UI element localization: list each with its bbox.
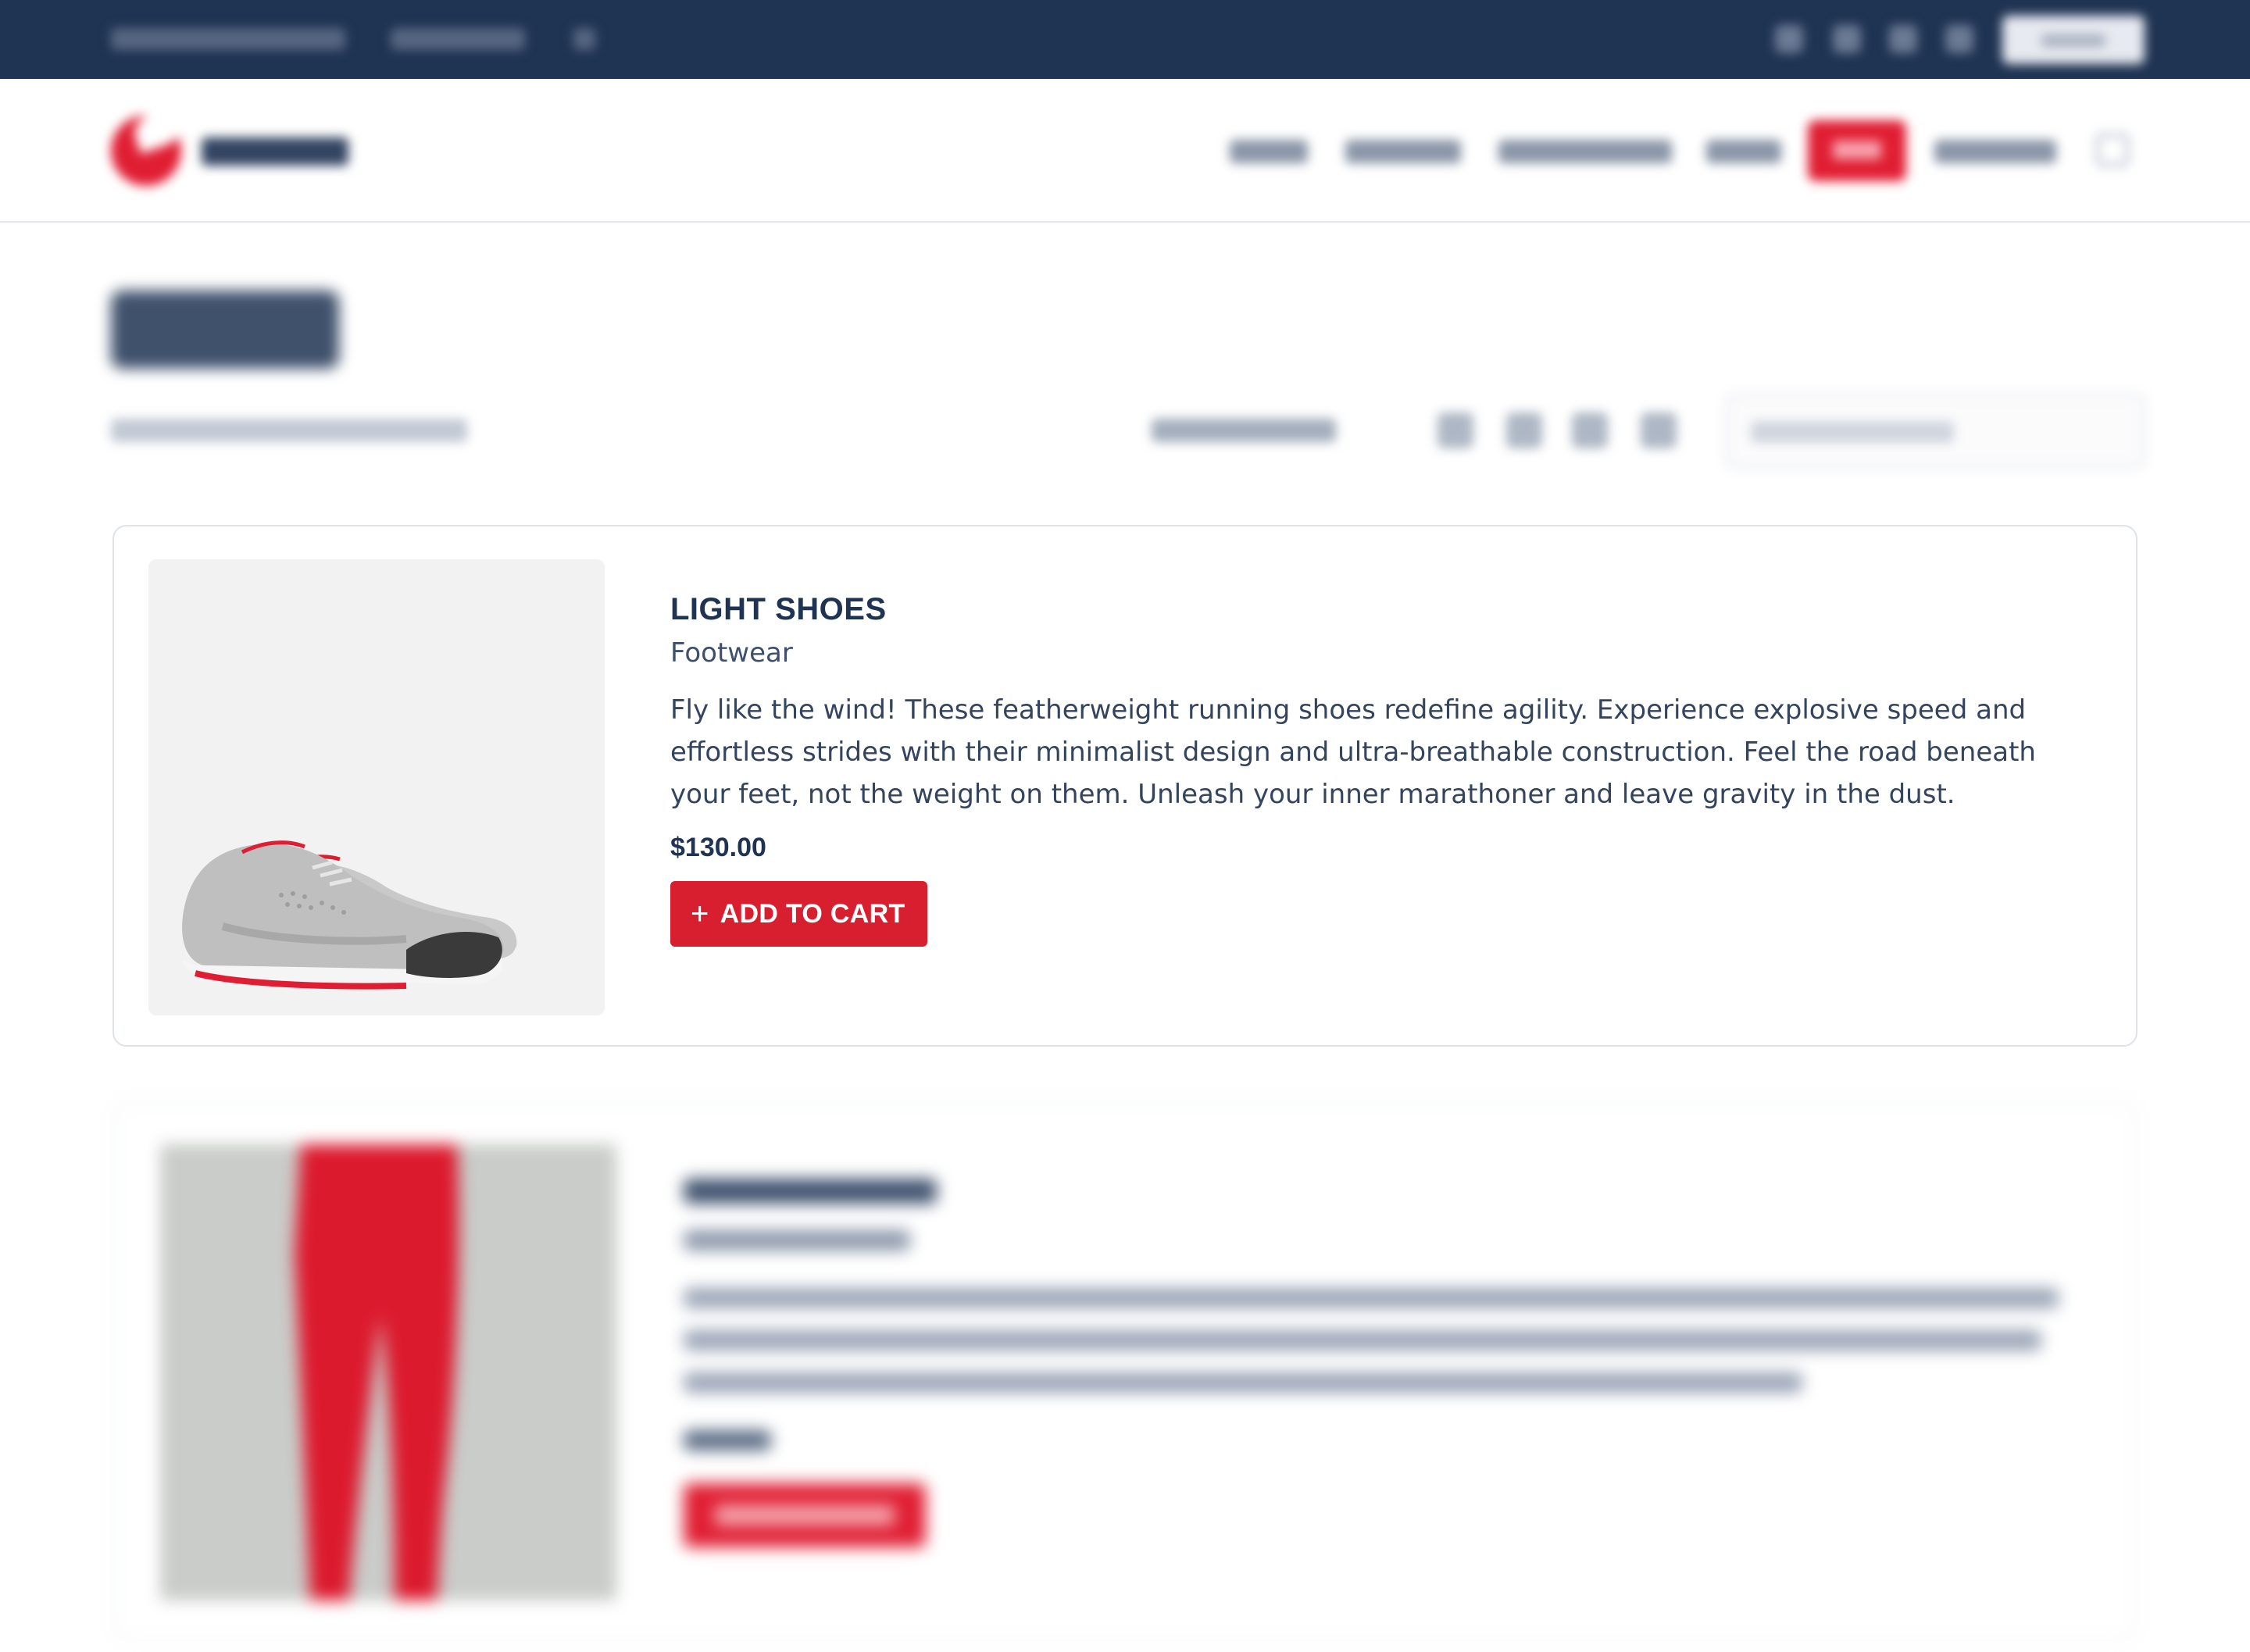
nav-item-6[interactable] bbox=[1934, 140, 2056, 163]
page-title bbox=[111, 291, 339, 369]
topbar-hours-info[interactable] bbox=[391, 28, 525, 50]
sort-select[interactable] bbox=[1725, 394, 2145, 469]
nav-item-5-active[interactable] bbox=[1808, 120, 1906, 181]
brand-name[interactable] bbox=[202, 137, 348, 166]
product-category[interactable]: Footwear bbox=[670, 636, 2077, 670]
add-to-cart-button[interactable]: + ADD TO CART bbox=[670, 881, 927, 947]
topbar-cta-button[interactable] bbox=[2002, 16, 2145, 64]
product-info: LIGHT SHOES Footwear Fly like the wind! … bbox=[670, 591, 2077, 947]
top-bar bbox=[0, 0, 2250, 79]
blurred-title[interactable] bbox=[684, 1179, 937, 1204]
topbar-contact-info[interactable] bbox=[111, 28, 345, 50]
social-icon-2[interactable] bbox=[1833, 25, 1861, 53]
grid-2-icon[interactable] bbox=[1438, 412, 1473, 448]
nav-item-4[interactable] bbox=[1706, 140, 1781, 163]
blurred-add-to-cart-button[interactable] bbox=[684, 1483, 926, 1547]
search-icon[interactable] bbox=[2095, 133, 2130, 167]
social-icon-4[interactable] bbox=[1945, 25, 1973, 53]
nav-item-2[interactable] bbox=[1345, 140, 1461, 163]
product-card: LIGHT SHOES Footwear Fly like the wind! … bbox=[112, 525, 2138, 1047]
social-icon-1[interactable] bbox=[1775, 25, 1803, 53]
blurred-category[interactable] bbox=[684, 1230, 910, 1251]
product-price: $130.00 bbox=[670, 833, 766, 862]
topbar-cta-label bbox=[2041, 34, 2105, 47]
filters-toggle[interactable] bbox=[1152, 419, 1336, 442]
list-icon[interactable] bbox=[1641, 412, 1677, 448]
nav-item-5-label bbox=[1833, 141, 1881, 159]
brand-logo-icon[interactable] bbox=[111, 116, 181, 186]
blurred-desc-line-2 bbox=[684, 1330, 2041, 1351]
blurred-add-to-cart-label bbox=[715, 1505, 895, 1525]
nav-item-3[interactable] bbox=[1498, 140, 1672, 163]
running-shoes-image bbox=[182, 840, 517, 990]
grid-3-icon[interactable] bbox=[1506, 412, 1542, 448]
leggings-image bbox=[295, 1144, 459, 1600]
product-image-leggings[interactable] bbox=[160, 1144, 616, 1600]
add-to-cart-label: ADD TO CART bbox=[720, 898, 905, 929]
blurred-desc-line-1 bbox=[684, 1288, 2059, 1308]
product-card-blurred bbox=[102, 1101, 2148, 1640]
grid-4-icon[interactable] bbox=[1572, 412, 1608, 448]
blurred-price bbox=[684, 1430, 771, 1450]
results-count bbox=[111, 419, 467, 442]
product-description: Fly like the wind! These featherweight r… bbox=[670, 694, 2036, 810]
nav-item-1[interactable] bbox=[1230, 140, 1308, 163]
product-image[interactable] bbox=[148, 559, 605, 1015]
sort-select-value bbox=[1751, 421, 1954, 443]
blurred-desc-line-3 bbox=[684, 1372, 1802, 1393]
topbar-extra-icon bbox=[573, 28, 595, 50]
product-card-frame bbox=[112, 1101, 2138, 1640]
social-icon-3[interactable] bbox=[1889, 25, 1917, 53]
plus-icon: + bbox=[691, 897, 709, 931]
product-title[interactable]: LIGHT SHOES bbox=[670, 591, 2077, 628]
